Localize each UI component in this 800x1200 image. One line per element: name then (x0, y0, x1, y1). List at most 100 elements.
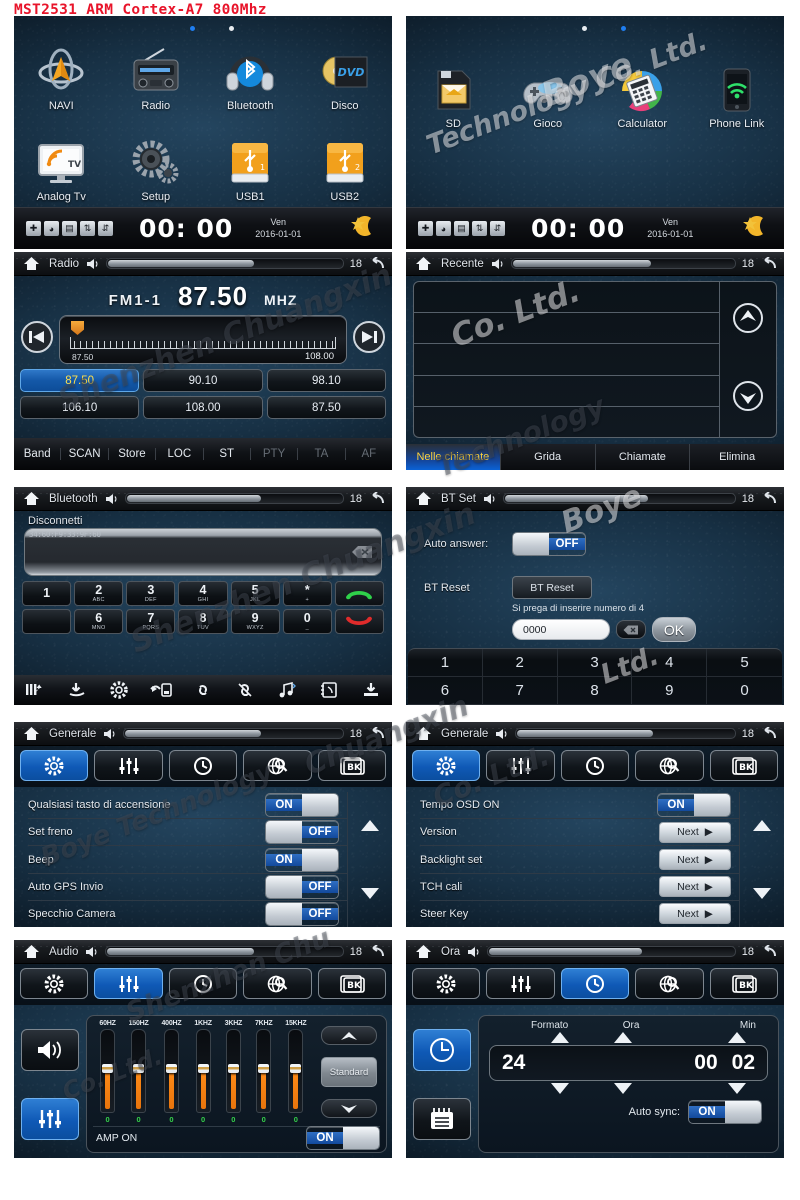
setting-toggle[interactable]: OFF (265, 874, 339, 899)
key-3[interactable]: 3 DEF (126, 581, 176, 606)
tab-bk[interactable]: BK (317, 750, 386, 781)
dial-input-field[interactable]: 34:60:F9:33:9F:60 (24, 528, 382, 576)
scroll-down-button[interactable] (753, 887, 771, 899)
back-icon[interactable] (367, 491, 387, 506)
volume-slider[interactable] (105, 946, 344, 957)
home-icon[interactable] (412, 944, 434, 959)
speaker-icon[interactable] (103, 728, 117, 740)
tab-nelle-chiamate[interactable]: Nelle chiamate (406, 444, 501, 470)
setting-row[interactable]: Steer Key Next ▶ (420, 901, 739, 927)
volume-slider[interactable] (510, 258, 736, 269)
tab-time[interactable] (560, 750, 630, 781)
auto-sync-toggle[interactable]: ON (688, 1100, 762, 1124)
setting-row[interactable]: Set freno OFF (28, 819, 347, 847)
radio-tuning-scale[interactable]: 87.50 108.00 (59, 315, 347, 364)
preset-button[interactable]: 90.10 (143, 369, 263, 392)
tab-general[interactable] (412, 750, 481, 781)
setting-row[interactable]: Qualsiasi tasto di accensione ON (28, 792, 347, 820)
back-icon[interactable] (759, 944, 779, 959)
key-1[interactable]: 1 (22, 581, 72, 606)
pad-key-3[interactable]: 3 (557, 649, 633, 677)
tab-audio[interactable] (94, 750, 163, 781)
app-calculator[interactable]: Calculator (595, 24, 690, 134)
preset-name-button[interactable]: Standard (321, 1057, 377, 1087)
backspace-icon[interactable] (616, 620, 646, 639)
key-2[interactable]: 2 ABC (74, 581, 124, 606)
backspace-icon[interactable] (351, 545, 373, 564)
tab-loc[interactable]: LOC (156, 448, 204, 460)
hour-down-button[interactable] (613, 1083, 632, 1094)
home-icon[interactable] (412, 491, 434, 506)
pad-key-2[interactable]: 2 (482, 649, 558, 677)
music-note-icon[interactable] (266, 682, 308, 698)
scroll-up-button[interactable] (361, 820, 379, 832)
volume-slider[interactable] (487, 946, 736, 957)
app-radio[interactable]: Radio (109, 24, 204, 116)
pad-key-1[interactable]: 1 (408, 649, 483, 677)
preset-button[interactable]: 106.10 (20, 396, 140, 419)
setting-toggle[interactable]: ON (265, 847, 339, 872)
tab-time[interactable] (168, 750, 238, 781)
app-usb1[interactable]: 1 USB1 (203, 116, 298, 208)
clock-mode-button[interactable] (413, 1028, 471, 1071)
back-icon[interactable] (367, 256, 387, 271)
link-icon[interactable] (182, 682, 224, 698)
list-item[interactable] (414, 407, 719, 437)
app-bluetooth[interactable]: Bluetooth (203, 24, 298, 116)
hour-up-button[interactable] (613, 1032, 632, 1043)
preset-up-button[interactable] (321, 1026, 377, 1045)
tab-bk[interactable]: BK (317, 968, 386, 999)
moon-star-icon[interactable] (350, 214, 376, 243)
band-slider[interactable] (131, 1029, 147, 1113)
list-item[interactable] (414, 282, 719, 314)
min-up-button[interactable] (728, 1032, 746, 1043)
amp-toggle[interactable]: ON (306, 1126, 380, 1150)
eq-band[interactable]: 15KHZ 0 (285, 1020, 306, 1124)
speaker-icon[interactable] (86, 258, 100, 270)
scroll-up-button[interactable] (753, 820, 771, 832)
ok-button[interactable]: OK (652, 617, 696, 642)
key-4[interactable]: 4 GHI (178, 581, 228, 606)
setting-row[interactable]: Backlight set Next ▶ (420, 846, 739, 874)
setting-row[interactable]: Beep ON (28, 846, 347, 874)
volume-slider[interactable] (124, 493, 344, 504)
scroll-up-button[interactable] (732, 302, 764, 339)
volume-slider[interactable] (515, 728, 736, 739)
tab-chiamate-signorina[interactable]: Chiamate signorina (596, 444, 691, 470)
setting-toggle[interactable]: OFF (265, 901, 339, 926)
speaker-icon[interactable] (105, 493, 119, 505)
tab-band[interactable]: Band (14, 448, 62, 460)
transfer-icon[interactable] (140, 682, 182, 698)
home-icon[interactable] (20, 491, 42, 506)
app-sd[interactable]: SD (406, 24, 501, 134)
back-icon[interactable] (759, 491, 779, 506)
speaker-icon[interactable] (467, 946, 481, 958)
back-icon[interactable] (367, 944, 387, 959)
min-down-button[interactable] (728, 1083, 746, 1094)
calendar-mode-button[interactable] (413, 1097, 471, 1140)
tab-store[interactable]: Store (109, 448, 157, 460)
pin-input[interactable]: 0000 (512, 619, 610, 640)
tab-bk[interactable]: BK (709, 750, 778, 781)
eq-band[interactable]: 7KHZ 0 (255, 1020, 273, 1124)
tab-language[interactable] (243, 750, 312, 781)
tab-scan[interactable]: SCAN (61, 448, 109, 460)
speaker-icon[interactable] (495, 728, 509, 740)
bt-reset-button[interactable]: BT Reset (512, 576, 592, 599)
pad-key-5[interactable]: 5 (707, 649, 782, 677)
scroll-down-button[interactable] (732, 380, 764, 417)
tab-audio[interactable] (486, 968, 555, 999)
setting-row[interactable]: Tempo OSD ON ON (420, 792, 739, 820)
pad-key-9[interactable]: 9 (632, 677, 708, 705)
tab-audio[interactable] (94, 968, 163, 999)
back-icon[interactable] (367, 726, 387, 741)
next-button[interactable]: Next ▶ (659, 849, 731, 870)
tab-audio[interactable] (486, 750, 555, 781)
eq-band[interactable]: 150HZ 0 (129, 1020, 149, 1124)
eq-band[interactable]: 60HZ 0 (99, 1020, 116, 1124)
volume-slider[interactable] (106, 258, 344, 269)
moon-star-icon[interactable] (742, 214, 768, 243)
back-icon[interactable] (759, 256, 779, 271)
tab-language[interactable] (635, 968, 704, 999)
unlink-icon[interactable] (224, 682, 266, 698)
